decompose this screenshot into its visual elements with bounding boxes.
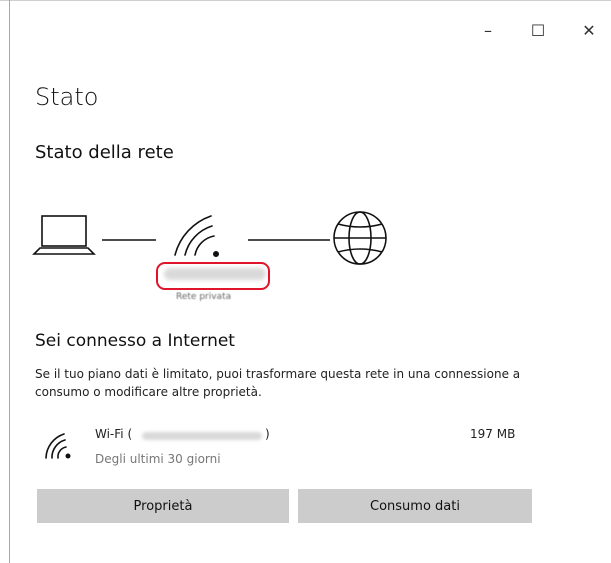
- properties-button[interactable]: Proprietà: [37, 489, 289, 523]
- connection-name-label: Wi-Fi (: [95, 427, 133, 441]
- close-button[interactable]: ✕: [566, 12, 611, 48]
- window-top-border: [0, 0, 611, 1]
- connection-period: Degli ultimi 30 giorni: [95, 452, 221, 466]
- laptop-icon: [32, 215, 96, 255]
- connection-ssid-redacted: [142, 432, 262, 440]
- connection-status-description: Se il tuo piano dati è limitato, puoi tr…: [35, 367, 521, 399]
- network-name-highlight: [156, 262, 270, 290]
- wifi-icon: [44, 430, 76, 464]
- window-left-border: [9, 0, 10, 563]
- network-type-label: Rete privata: [176, 292, 232, 302]
- section-title: Stato della rete: [35, 142, 174, 163]
- data-usage-button[interactable]: Consumo dati: [298, 489, 532, 523]
- wifi-icon: [174, 215, 219, 257]
- minimize-button[interactable]: –: [465, 12, 511, 48]
- connection-name-suffix: ): [265, 427, 270, 441]
- connection-status-title: Sei connesso a Internet: [35, 331, 235, 351]
- status-window: – ☐ ✕ Stato Stato della rete Rete privat…: [0, 0, 611, 563]
- page-title: Stato: [35, 83, 99, 111]
- globe-icon: [333, 211, 387, 265]
- connection-usage: 197 MB: [470, 427, 516, 441]
- maximize-button[interactable]: ☐: [515, 12, 561, 48]
